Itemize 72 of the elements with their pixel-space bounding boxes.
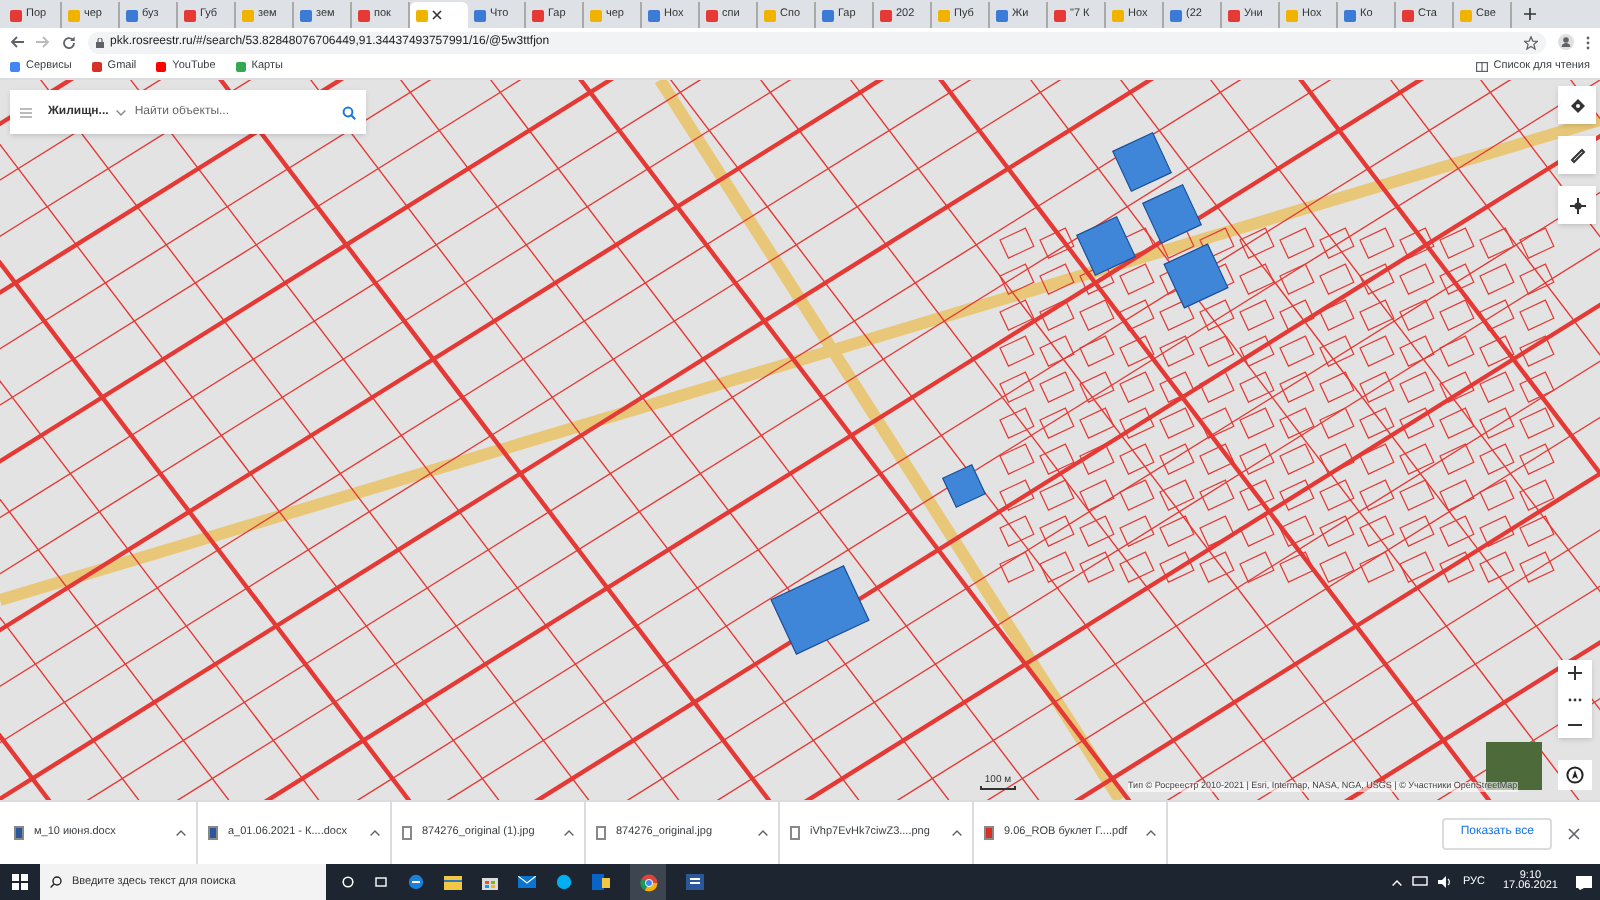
chrome-taskbar-button[interactable] xyxy=(630,864,666,900)
search-icon[interactable] xyxy=(342,105,356,119)
compass-icon xyxy=(1566,766,1584,784)
compass-button[interactable] xyxy=(1558,760,1592,790)
reading-list-icon xyxy=(1475,62,1488,72)
file-icon xyxy=(790,826,800,840)
favicon-icon xyxy=(1054,9,1066,21)
notifications-icon[interactable] xyxy=(1576,875,1592,889)
back-icon[interactable] xyxy=(10,36,24,48)
minus-icon xyxy=(1568,724,1582,726)
favicon-icon xyxy=(474,9,486,21)
speaker-icon[interactable] xyxy=(1438,876,1453,888)
favicon-icon xyxy=(126,9,138,21)
windows-icon xyxy=(12,874,28,890)
favicon-icon xyxy=(1112,9,1124,21)
favicon-icon xyxy=(822,9,834,21)
star-icon[interactable] xyxy=(1524,35,1538,49)
favicon-icon xyxy=(648,9,660,21)
scale-bar xyxy=(980,786,1016,790)
favicon-icon xyxy=(880,9,892,21)
caret-icon[interactable] xyxy=(564,830,574,836)
layers-button[interactable] xyxy=(1558,86,1596,124)
store-icon[interactable] xyxy=(482,874,498,890)
favicon-icon xyxy=(300,9,312,21)
plus-icon xyxy=(1568,666,1582,680)
locate-button[interactable] xyxy=(1558,186,1596,224)
favicon-icon xyxy=(1228,9,1240,21)
file-icon xyxy=(402,826,412,840)
favicon-icon xyxy=(1286,9,1298,21)
favicon-icon xyxy=(996,9,1008,21)
folder-icon[interactable] xyxy=(444,875,462,889)
close-icon[interactable] xyxy=(432,10,442,20)
caret-icon[interactable] xyxy=(758,830,768,836)
reload-icon[interactable] xyxy=(62,35,76,49)
lock-icon xyxy=(96,37,104,47)
close-icon[interactable] xyxy=(1568,827,1580,839)
ruler-button[interactable] xyxy=(1558,136,1596,174)
network-icon[interactable] xyxy=(1412,876,1429,888)
favicon-icon xyxy=(1344,9,1356,21)
file-icon xyxy=(984,826,994,840)
favicon-icon xyxy=(532,9,544,21)
favicon-icon xyxy=(1460,9,1472,21)
caret-icon xyxy=(116,109,127,115)
crosshair-icon xyxy=(1569,197,1585,213)
new-tab-icon[interactable] xyxy=(1524,8,1536,20)
file-icon xyxy=(14,826,24,840)
chevron-up-icon[interactable] xyxy=(1392,879,1403,885)
favicon-icon xyxy=(1170,9,1182,21)
favicon-icon xyxy=(68,9,80,21)
layers-icon xyxy=(1569,97,1585,113)
profile-icon[interactable] xyxy=(1558,34,1574,50)
file-icon xyxy=(596,826,606,840)
favicon-icon xyxy=(358,9,370,21)
caret-icon[interactable] xyxy=(176,830,186,836)
favicon-icon xyxy=(590,9,602,21)
favicon-icon xyxy=(1402,9,1414,21)
favicon-icon xyxy=(242,9,254,21)
file-icon xyxy=(208,826,218,840)
favicon-icon xyxy=(764,9,776,21)
favicon-icon xyxy=(706,9,718,21)
favicon-icon xyxy=(184,9,196,21)
caret-icon[interactable] xyxy=(952,830,962,836)
chrome-icon xyxy=(639,873,657,891)
ruler-icon xyxy=(1569,147,1585,163)
task-view-icon[interactable] xyxy=(374,876,388,888)
favicon-icon xyxy=(10,9,22,21)
search-icon xyxy=(50,876,62,888)
favicon-icon xyxy=(938,9,950,21)
caret-icon[interactable] xyxy=(1146,830,1156,836)
mail-icon[interactable] xyxy=(518,876,536,888)
caret-icon[interactable] xyxy=(370,830,380,836)
favicon-icon xyxy=(416,9,428,21)
